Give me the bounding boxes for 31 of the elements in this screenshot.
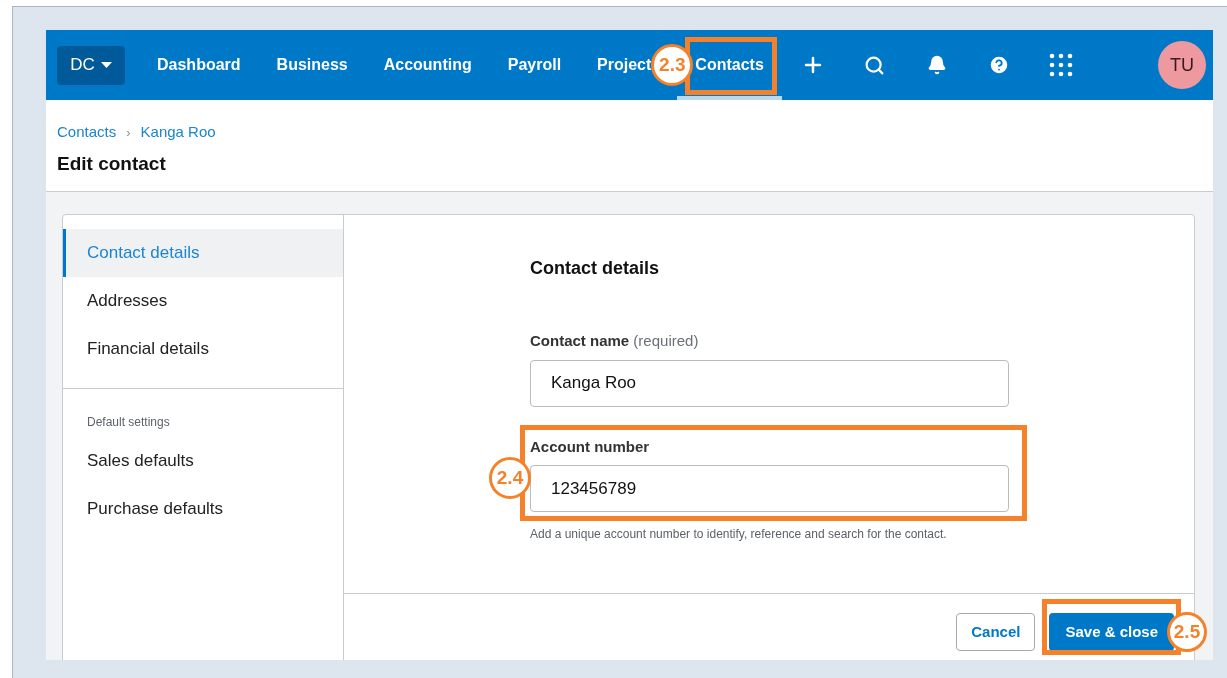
- sidebar-heading: Default settings: [86, 414, 171, 431]
- nav-tab[interactable]: Contacts: [695, 53, 764, 77]
- step-badge: 2.3: [651, 44, 694, 86]
- breadcrumb-separator: ›: [126, 123, 131, 142]
- save-button[interactable]: Save & close: [1049, 613, 1174, 651]
- nav-tab[interactable]: Business: [276, 53, 348, 77]
- input-field[interactable]: Kanga Roo: [530, 359, 1009, 407]
- page-title: Edit contact: [57, 151, 167, 176]
- sidebar-item[interactable]: Sales defaults: [63, 437, 343, 485]
- nav-tab[interactable]: Accounting: [383, 53, 472, 77]
- field-label: Account number: [530, 436, 651, 457]
- caret-icon: [100, 62, 112, 68]
- cancel-button[interactable]: Cancel: [956, 613, 1036, 651]
- sidebar-item[interactable]: Addresses: [63, 277, 343, 325]
- step-badge: 2.4: [489, 457, 531, 499]
- sidebar-item[interactable]: Financial details: [63, 325, 343, 373]
- nav-tab[interactable]: Dashboard: [157, 53, 241, 77]
- breadcrumb-link[interactable]: Contacts: [57, 121, 117, 144]
- field-label: Contact name (required): [530, 331, 700, 351]
- input-field[interactable]: 123456789: [530, 465, 1009, 512]
- breadcrumb-link[interactable]: Kanga Roo: [140, 121, 216, 144]
- organisation-menu[interactable]: DC: [57, 45, 125, 85]
- sidebar-item[interactable]: Contact details: [63, 229, 343, 277]
- section-heading: Contact details: [530, 257, 661, 280]
- field-hint: Add a unique account number to identify, reference and search for the contact.: [530, 526, 948, 543]
- user-avatar[interactable]: TU: [1158, 41, 1206, 89]
- step-badge: 2.5: [1167, 612, 1207, 652]
- nav-tab[interactable]: Payroll: [507, 53, 562, 77]
- apps-grid-icon: [1048, 53, 1073, 77]
- nav-tab[interactable]: Project: [597, 53, 652, 77]
- sidebar-item[interactable]: Purchase defaults: [63, 485, 343, 533]
